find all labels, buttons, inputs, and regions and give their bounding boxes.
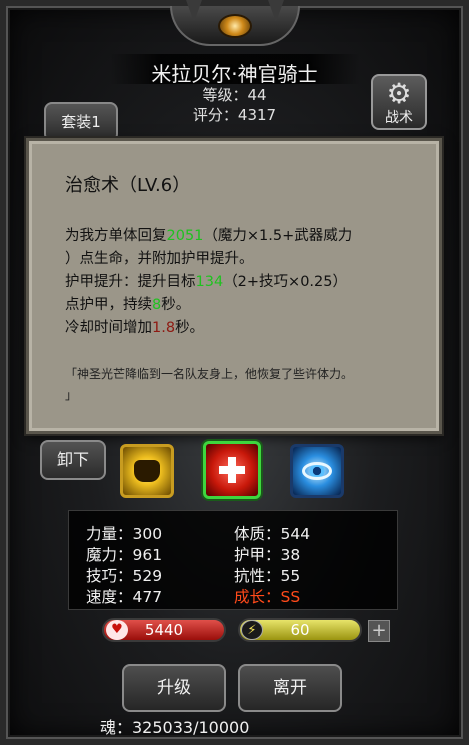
stat-speed: 速度：477 xyxy=(86,588,163,606)
skill-desc-line: 冷却时间增加1.8秒。 xyxy=(65,320,205,336)
skill-flavor-text: 「神圣光芒降临到一名队友身上，他恢复了些许体力。 」 xyxy=(65,367,354,402)
armor-amount: 134 xyxy=(195,274,224,290)
heart-icon: ♥ xyxy=(106,620,128,640)
stat-growth: 成长：SS xyxy=(234,588,301,606)
stat-constitution: 体质：544 xyxy=(234,525,311,543)
skill-desc-line: 护甲提升：提升目标134（2+技巧×0.25） xyxy=(65,274,347,290)
heal-skill-icon[interactable] xyxy=(203,441,261,499)
stat-armor: 护甲：38 xyxy=(234,546,301,564)
stat-strength: 力量：300 xyxy=(86,525,163,543)
heal-amount: 2051 xyxy=(166,228,204,244)
set-tab-button[interactable]: 套装1 xyxy=(44,102,118,142)
add-energy-button[interactable]: + xyxy=(368,620,390,642)
skill-tooltip: 治愈术（LV.6） 为我方单体回复2051（魔力×1.5+武器威力 ）点生命，并… xyxy=(26,138,442,434)
stat-resistance: 抗性：55 xyxy=(234,567,301,585)
fist-skill-icon[interactable] xyxy=(120,444,174,498)
skill-title: 治愈术（LV.6） xyxy=(65,175,191,196)
red-cross-icon xyxy=(217,455,247,485)
unequip-button[interactable]: 卸下 xyxy=(40,440,106,480)
eye-skill-icon[interactable] xyxy=(290,444,344,498)
skill-desc-line: 为我方单体回复2051（魔力×1.5+武器威力 xyxy=(65,228,353,244)
fist-icon xyxy=(134,460,160,482)
skill-desc-line: 点护甲，持续8秒。 xyxy=(65,297,191,313)
tactics-tab-label: 战术 xyxy=(385,110,413,126)
eye-icon xyxy=(302,462,332,480)
spike-ornament xyxy=(268,0,284,22)
soul-counter: 魂：325033/10000 xyxy=(100,718,250,737)
skill-desc-line: ）点生命，并附加护甲提升。 xyxy=(65,251,254,267)
tactics-tab-button[interactable]: ⚙ 战术 xyxy=(371,74,427,130)
upgrade-button[interactable]: 升级 xyxy=(122,664,226,712)
cooldown-amount: 1.8 xyxy=(152,320,176,336)
duration-amount: 8 xyxy=(152,297,162,313)
spike-ornament xyxy=(186,0,202,22)
lightning-icon: ⚡ xyxy=(241,620,263,640)
stat-magic: 魔力：961 xyxy=(86,546,163,564)
crescent-gem-icon xyxy=(218,14,252,38)
stat-skill: 技巧：529 xyxy=(86,567,163,585)
gear-icon: ⚙ xyxy=(386,77,412,110)
leave-button[interactable]: 离开 xyxy=(238,664,342,712)
